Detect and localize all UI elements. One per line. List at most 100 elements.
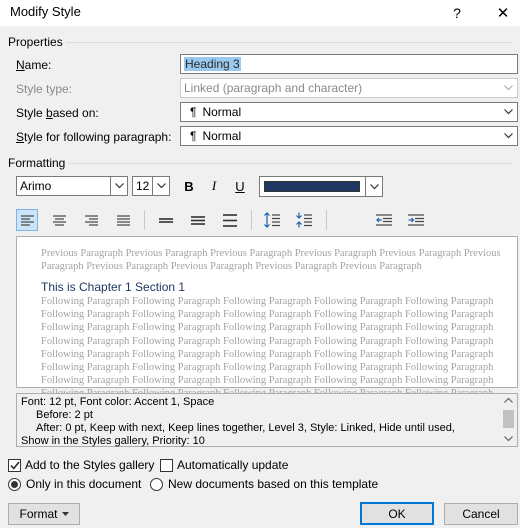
checkbox-box[interactable] <box>160 458 173 472</box>
based-on-label: Style based on: <box>16 106 99 120</box>
auto-update-label: Automatically update <box>177 458 289 472</box>
description-line: Show in the Styles gallery, Priority: 10 <box>21 435 205 447</box>
increase-indent-button[interactable] <box>405 209 427 231</box>
only-this-document-label: Only in this document <box>26 477 142 491</box>
following-paragraph-text: Following Paragraph Following Paragraph … <box>41 295 493 401</box>
align-left-icon <box>21 215 34 226</box>
close-button[interactable]: ✕ <box>480 0 520 26</box>
sample-heading-text: This is Chapter 1 Section 1 <box>41 280 186 294</box>
one-half-spacing-button[interactable] <box>187 209 209 231</box>
properties-section-title: Properties <box>8 35 63 49</box>
name-label: Name: <box>16 58 52 72</box>
preview-line: Paragraph Previous Paragraph Previous Pa… <box>41 261 422 273</box>
size-select[interactable]: 12 <box>132 176 170 196</box>
ok-button-label: OK <box>388 506 406 521</box>
name-input-value: Heading 3 <box>184 57 241 71</box>
italic-button[interactable]: I <box>203 175 225 197</box>
cancel-button[interactable]: Cancel <box>444 503 518 525</box>
align-center-icon <box>52 214 66 226</box>
increase-indent-icon <box>408 214 424 226</box>
description-line: After: 0 pt, Keep with next, Keep lines … <box>36 422 455 434</box>
align-left-button[interactable] <box>16 209 38 231</box>
checkbox-box[interactable] <box>8 458 21 472</box>
chevron-up-icon <box>504 397 513 403</box>
justify-icon <box>116 214 130 226</box>
preview-line: Following Paragraph Following Paragraph … <box>41 296 494 307</box>
preview-line: Following Paragraph Following Paragraph … <box>41 322 494 334</box>
chevron-down-icon <box>500 103 517 121</box>
chevron-down-icon <box>365 177 382 196</box>
preview-line: Following Paragraph Following Paragraph … <box>41 375 494 387</box>
auto-update-checkbox[interactable]: Automatically update <box>160 458 288 472</box>
preview-line: Following Paragraph Following Paragraph … <box>41 348 494 360</box>
increase-paragraph-spacing-icon <box>264 212 280 228</box>
divider <box>144 210 145 230</box>
only-this-document-radio[interactable]: Only in this document <box>8 477 141 491</box>
preview-line: Following Paragraph Following Paragraph … <box>41 362 494 374</box>
chevron-down-icon <box>500 127 517 145</box>
radio-selected-dot <box>11 480 18 488</box>
description-line: Before: 2 pt <box>36 409 93 421</box>
underline-icon: U <box>235 178 245 194</box>
chevron-down-icon <box>500 79 517 97</box>
underline-button[interactable]: U <box>229 175 251 197</box>
divider <box>251 210 252 230</box>
preview-line: Following Paragraph Following Paragraph … <box>41 335 494 347</box>
description-scrollbar[interactable] <box>501 394 517 446</box>
caret-down-icon <box>61 512 69 516</box>
preview-line: Previous Paragraph Previous Paragraph Pr… <box>41 248 501 259</box>
format-button-label: Format <box>19 507 58 521</box>
dialog-body: Properties Name: Heading 3 Style type: L… <box>0 26 520 528</box>
decrease-indent-icon <box>376 214 392 226</box>
radio-circle[interactable] <box>150 477 163 491</box>
following-select[interactable]: ¶ Normal <box>180 126 518 146</box>
following-value: Normal <box>202 129 242 143</box>
decrease-spacing-button[interactable] <box>293 209 315 231</box>
bold-button[interactable]: B <box>178 175 200 197</box>
name-input[interactable]: Heading 3 <box>180 54 518 74</box>
font-select[interactable]: Arimo <box>16 176 128 196</box>
previous-paragraph-text: Previous Paragraph Previous Paragraph Pr… <box>41 247 501 273</box>
font-color-select[interactable] <box>259 176 383 197</box>
checkmark-icon <box>9 461 20 470</box>
divider <box>68 163 512 164</box>
increase-spacing-button[interactable] <box>261 209 283 231</box>
double-spacing-icon <box>223 213 237 227</box>
style-type-label: Style type: <box>16 82 73 96</box>
bold-icon: B <box>184 178 194 194</box>
scrollbar-thumb[interactable] <box>503 410 514 428</box>
decrease-indent-button[interactable] <box>373 209 395 231</box>
double-spacing-button[interactable] <box>219 209 241 231</box>
help-icon: ? <box>453 5 461 21</box>
close-icon: ✕ <box>496 5 510 22</box>
based-on-select[interactable]: ¶ Normal <box>180 102 518 122</box>
add-to-gallery-label: Add to the Styles gallery <box>25 458 155 472</box>
align-center-button[interactable] <box>48 209 70 231</box>
format-button[interactable]: Format <box>8 503 80 525</box>
formatting-section-title: Formatting <box>8 156 66 170</box>
add-to-gallery-checkbox[interactable]: Add to the Styles gallery <box>8 458 154 472</box>
chevron-down-icon <box>152 177 169 195</box>
size-value: 12 <box>136 179 150 193</box>
single-spacing-icon <box>159 217 173 223</box>
cancel-button-label: Cancel <box>462 507 500 521</box>
ok-button[interactable]: OK <box>360 502 434 525</box>
style-type-select[interactable]: Linked (paragraph and character) <box>180 78 518 98</box>
help-button[interactable]: ? <box>434 0 480 26</box>
divider <box>66 42 512 43</box>
description-line: Font: 12 pt, Font color: Accent 1, Space <box>21 396 215 408</box>
new-documents-radio[interactable]: New documents based on this template <box>150 477 378 491</box>
align-right-button[interactable] <box>80 209 102 231</box>
based-on-value: Normal <box>202 105 242 119</box>
new-documents-label: New documents based on this template <box>168 477 379 491</box>
italic-icon: I <box>211 178 217 193</box>
style-type-value: Linked (paragraph and character) <box>184 81 363 95</box>
radio-circle[interactable] <box>8 477 21 491</box>
style-preview: Previous Paragraph Previous Paragraph Pr… <box>16 236 518 399</box>
single-spacing-button[interactable] <box>155 209 177 231</box>
justify-button[interactable] <box>112 209 134 231</box>
pilcrow-icon: ¶ <box>190 105 197 119</box>
one-half-spacing-icon <box>191 215 205 225</box>
font-value: Arimo <box>20 179 52 193</box>
following-label: Style for following paragraph: <box>16 130 172 144</box>
